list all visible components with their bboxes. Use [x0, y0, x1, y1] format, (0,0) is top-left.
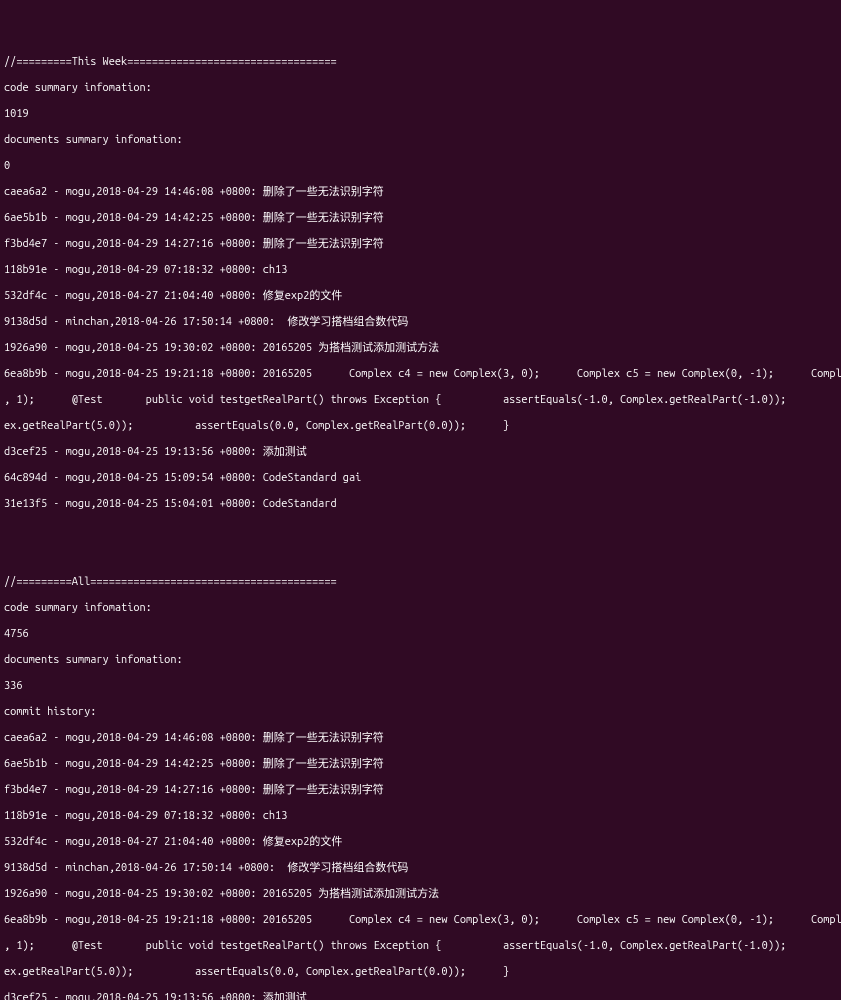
section-header: //=========All==========================… [4, 576, 837, 589]
commit-line: f3bd4e7 - mogu,2018-04-29 14:27:16 +0800… [4, 238, 837, 251]
commit-line: 1926a90 - mogu,2018-04-25 19:30:02 +0800… [4, 342, 837, 355]
docs-summary-value: 0 [4, 160, 837, 173]
commit-line: d3cef25 - mogu,2018-04-25 19:13:56 +0800… [4, 446, 837, 459]
code-summary-value: 1019 [4, 108, 837, 121]
commit-line: ex.getRealPart(5.0)); assertEquals(0.0, … [4, 420, 837, 433]
code-summary-label: code summary infomation: [4, 82, 837, 95]
commit-line: 6ea8b9b - mogu,2018-04-25 19:21:18 +0800… [4, 368, 837, 381]
commit-history-label: commit history: [4, 706, 837, 719]
blank-line [4, 524, 837, 537]
commit-line: , 1); @Test public void testgetRealPart(… [4, 940, 837, 953]
commit-line: 9138d5d - minchan,2018-04-26 17:50:14 +0… [4, 316, 837, 329]
commit-line: 1926a90 - mogu,2018-04-25 19:30:02 +0800… [4, 888, 837, 901]
commit-line: 9138d5d - minchan,2018-04-26 17:50:14 +0… [4, 862, 837, 875]
commit-line: 6ae5b1b - mogu,2018-04-29 14:42:25 +0800… [4, 212, 837, 225]
commit-line: 532df4c - mogu,2018-04-27 21:04:40 +0800… [4, 290, 837, 303]
commit-line: d3cef25 - mogu,2018-04-25 19:13:56 +0800… [4, 992, 837, 1000]
commit-line: 118b91e - mogu,2018-04-29 07:18:32 +0800… [4, 264, 837, 277]
blank-line [4, 550, 837, 563]
docs-summary-label: documents summary infomation: [4, 134, 837, 147]
docs-summary-value: 336 [4, 680, 837, 693]
commit-line: 6ae5b1b - mogu,2018-04-29 14:42:25 +0800… [4, 758, 837, 771]
docs-summary-label: documents summary infomation: [4, 654, 837, 667]
section-header: //=========This Week====================… [4, 56, 837, 69]
commit-line: 64c894d - mogu,2018-04-25 15:09:54 +0800… [4, 472, 837, 485]
commit-line: 6ea8b9b - mogu,2018-04-25 19:21:18 +0800… [4, 914, 837, 927]
commit-line: ex.getRealPart(5.0)); assertEquals(0.0, … [4, 966, 837, 979]
commit-line: , 1); @Test public void testgetRealPart(… [4, 394, 837, 407]
code-summary-label: code summary infomation: [4, 602, 837, 615]
commit-line: f3bd4e7 - mogu,2018-04-29 14:27:16 +0800… [4, 784, 837, 797]
commit-line: caea6a2 - mogu,2018-04-29 14:46:08 +0800… [4, 186, 837, 199]
commit-line: 532df4c - mogu,2018-04-27 21:04:40 +0800… [4, 836, 837, 849]
commit-line: 118b91e - mogu,2018-04-29 07:18:32 +0800… [4, 810, 837, 823]
code-summary-value: 4756 [4, 628, 837, 641]
commit-line: caea6a2 - mogu,2018-04-29 14:46:08 +0800… [4, 732, 837, 745]
